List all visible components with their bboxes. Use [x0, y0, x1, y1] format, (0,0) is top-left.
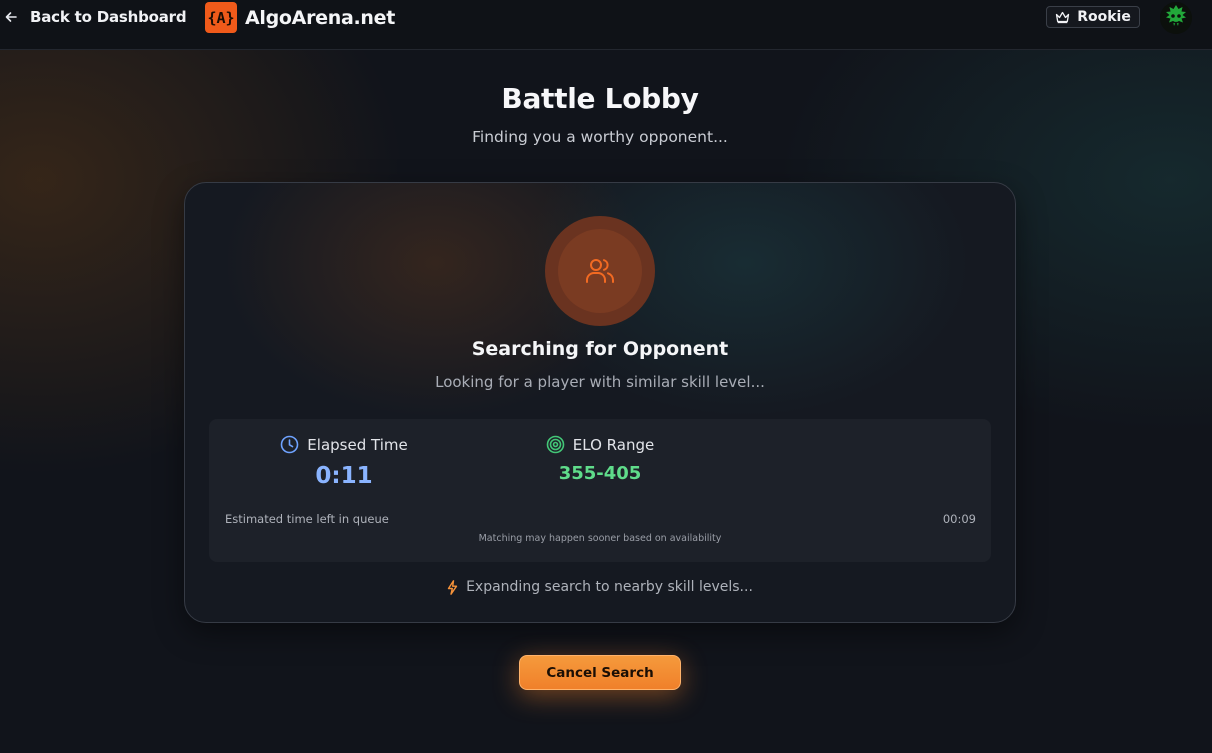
- elo-range-header: ELO Range: [500, 435, 700, 454]
- lightning-icon: [447, 579, 458, 595]
- arrow-left-icon: [5, 12, 17, 22]
- elapsed-time-stat: Elapsed Time 0:11: [244, 435, 444, 489]
- elo-range-label: ELO Range: [572, 435, 655, 454]
- avatar[interactable]: [1160, 2, 1192, 34]
- expanding-search-text: Expanding search to nearby skill levels.…: [466, 579, 753, 595]
- elapsed-time-value: 0:11: [315, 463, 373, 489]
- search-title: Searching for Opponent: [471, 338, 729, 360]
- queue-eta-label: Estimated time left in queue: [225, 512, 389, 526]
- target-icon: [546, 435, 565, 454]
- back-label: Back to Dashboard: [30, 8, 187, 26]
- elo-range-value: 355-405: [558, 463, 642, 484]
- back-to-dashboard-link[interactable]: Back to Dashboard: [4, 6, 187, 28]
- expanding-search-notice: Expanding search to nearby skill levels.…: [185, 579, 1015, 595]
- queue-eta-value: 00:09: [942, 512, 976, 526]
- users-icon: [586, 259, 614, 283]
- elapsed-time-label: Elapsed Time: [307, 435, 408, 454]
- stats-panel: Elapsed Time 0:11 ELO Range 355-405 Esti…: [209, 419, 991, 562]
- cancel-search-button[interactable]: Cancel Search: [519, 655, 681, 690]
- brand-name: AlgoArena.net: [245, 6, 395, 29]
- search-subtitle: Looking for a player with similar skill …: [435, 373, 765, 391]
- clock-icon: [280, 435, 299, 454]
- top-nav: Back to Dashboard {A} AlgoArena.net Rook…: [0, 0, 1212, 50]
- elo-range-stat: ELO Range 355-405: [500, 435, 700, 484]
- search-indicator: [545, 216, 655, 326]
- page-subtitle: Finding you a worthy opponent...: [472, 128, 728, 146]
- rank-label: Rookie: [1077, 9, 1131, 25]
- brand[interactable]: {A} AlgoArena.net: [205, 2, 395, 33]
- search-indicator-inner: [558, 229, 642, 313]
- brand-logo: {A}: [205, 2, 237, 33]
- page-title: Battle Lobby: [501, 82, 699, 115]
- rank-badge[interactable]: Rookie: [1046, 6, 1140, 28]
- elapsed-time-header: Elapsed Time: [244, 435, 444, 454]
- matchmaking-card: Searching for Opponent Looking for a pla…: [184, 182, 1016, 623]
- queue-eta-note: Matching may happen sooner based on avai…: [478, 533, 722, 544]
- crown-icon: [1056, 11, 1070, 23]
- avatar-image: [1160, 2, 1192, 34]
